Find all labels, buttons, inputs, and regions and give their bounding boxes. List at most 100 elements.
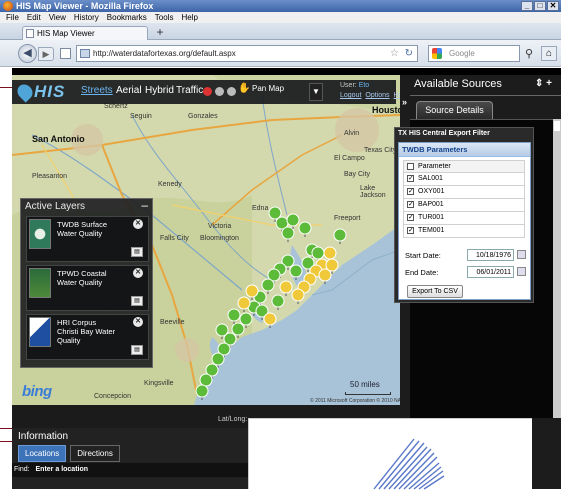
site-marker[interactable] xyxy=(211,352,225,366)
layer-options-icon[interactable]: ▤ xyxy=(131,296,143,306)
map-type-traffic[interactable]: Traffic xyxy=(176,85,203,96)
export-csv-button[interactable]: Export To CSV xyxy=(407,285,463,298)
end-date-field[interactable]: 06/01/2011 xyxy=(467,266,514,278)
twdb-logo-icon xyxy=(29,219,51,249)
panel-controls[interactable]: ⇕ + xyxy=(535,78,552,89)
calendar-icon[interactable] xyxy=(517,250,526,259)
site-marker[interactable] xyxy=(261,278,275,292)
pan-map-button[interactable]: ✋ Pan Map xyxy=(238,83,284,94)
search-input[interactable]: Google xyxy=(428,45,520,62)
layer-item[interactable]: HRI Corpus Christi Bay Water Quality ✕ ▤ xyxy=(26,314,149,360)
site-marker[interactable] xyxy=(286,213,300,227)
minimize-panel-icon[interactable]: – xyxy=(141,199,148,211)
reload-icon[interactable]: ↻ xyxy=(405,46,413,61)
options-link[interactable]: Options xyxy=(365,92,389,99)
site-marker[interactable] xyxy=(231,322,245,336)
site-marker[interactable] xyxy=(281,226,295,240)
site-marker[interactable] xyxy=(289,264,303,278)
google-icon xyxy=(432,48,442,59)
traffic-red-icon[interactable] xyxy=(203,87,212,96)
parameter-row[interactable]: ✓ BAP001 xyxy=(403,199,525,212)
page-info-icon[interactable] xyxy=(60,48,71,59)
site-marker[interactable] xyxy=(245,284,259,298)
parameter-checkbox[interactable]: ✓ xyxy=(407,201,414,208)
site-marker[interactable] xyxy=(271,294,285,308)
map-type-streets[interactable]: Streets xyxy=(81,85,113,96)
map-type-hybrid[interactable]: Hybrid xyxy=(145,85,174,96)
site-marker[interactable] xyxy=(311,246,325,260)
minimize-icon[interactable]: _ xyxy=(521,1,533,11)
tab-bar: HIS Map Viewer + xyxy=(0,23,561,40)
layer-options-icon[interactable]: ▤ xyxy=(131,247,143,257)
calendar-icon[interactable] xyxy=(517,267,526,276)
annotation-line xyxy=(0,87,12,88)
site-marker[interactable] xyxy=(195,384,209,398)
site-marker[interactable] xyxy=(237,296,251,310)
map-type-aerial[interactable]: Aerial xyxy=(116,85,142,96)
start-date-field[interactable]: 10/18/1976 xyxy=(467,249,514,261)
back-button[interactable]: ◀ xyxy=(18,44,37,63)
parameter-row[interactable]: ✓ TEM001 xyxy=(403,225,525,238)
menu-file[interactable]: File xyxy=(6,12,19,23)
select-all-checkbox[interactable] xyxy=(407,163,414,170)
tab-locations[interactable]: Locations xyxy=(18,445,67,462)
remove-layer-icon[interactable]: ✕ xyxy=(133,219,143,229)
collapse-panel-icon[interactable]: » xyxy=(402,97,407,107)
layer-options-icon[interactable]: ▤ xyxy=(131,345,143,355)
traffic-gray-icon[interactable] xyxy=(215,87,224,96)
parameter-header: Parameter xyxy=(418,163,451,170)
site-marker[interactable] xyxy=(199,373,213,387)
layer-item[interactable]: TPWD Coastal Water Quality ✕ ▤ xyxy=(26,265,149,311)
site-marker[interactable] xyxy=(325,258,339,272)
information-panel: Information Locations Directions Find: E… xyxy=(12,428,248,489)
menu-bar: File Edit View History Bookmarks Tools H… xyxy=(0,12,561,23)
site-marker[interactable] xyxy=(215,323,229,337)
tab-directions[interactable]: Directions xyxy=(70,445,120,462)
menu-edit[interactable]: Edit xyxy=(27,12,41,23)
map-dropdown-button[interactable]: ▼ xyxy=(309,83,323,101)
favicon-icon xyxy=(80,49,90,58)
remove-layer-icon[interactable]: ✕ xyxy=(133,268,143,278)
remove-layer-icon[interactable]: ✕ xyxy=(133,317,143,327)
find-location-input[interactable]: Enter a location xyxy=(36,463,89,477)
parameter-checkbox[interactable]: ✓ xyxy=(407,227,414,234)
forward-button[interactable]: ▶ xyxy=(38,47,54,61)
menu-history[interactable]: History xyxy=(74,12,99,23)
new-tab-button[interactable]: + xyxy=(153,26,167,39)
site-marker[interactable] xyxy=(263,312,277,326)
traffic-controls[interactable] xyxy=(203,87,236,96)
close-icon[interactable]: ✕ xyxy=(547,1,559,11)
site-marker[interactable] xyxy=(323,246,337,260)
site-marker[interactable] xyxy=(333,228,347,242)
browser-tab[interactable]: HIS Map Viewer xyxy=(22,26,148,40)
site-marker[interactable] xyxy=(227,308,241,322)
parameter-checkbox[interactable]: ✓ xyxy=(407,175,414,182)
parameter-row[interactable]: ✓ SAL001 xyxy=(403,173,525,186)
find-label: Find: xyxy=(14,466,30,473)
url-bar[interactable]: http://waterdatafortexas.org/default.asp… xyxy=(76,45,418,62)
navigation-bar: ◀ ▶ http://waterdatafortexas.org/default… xyxy=(0,40,561,67)
divider xyxy=(410,95,561,96)
logout-link[interactable]: Logout xyxy=(340,92,361,99)
search-icon[interactable]: ⚲ xyxy=(525,47,538,60)
traffic-gray-icon[interactable] xyxy=(227,87,236,96)
menu-view[interactable]: View xyxy=(49,12,66,23)
parameter-row[interactable]: ✓ TUR001 xyxy=(403,212,525,225)
parameter-row[interactable]: ✓ OXY001 xyxy=(403,186,525,199)
parameter-checkbox[interactable]: ✓ xyxy=(407,188,414,195)
menu-tools[interactable]: Tools xyxy=(155,12,174,23)
menu-bookmarks[interactable]: Bookmarks xyxy=(107,12,147,23)
maximize-icon[interactable]: □ xyxy=(534,1,546,11)
site-marker[interactable] xyxy=(239,312,253,326)
site-marker[interactable] xyxy=(298,221,312,235)
site-marker[interactable] xyxy=(279,280,293,294)
scrollbar-thumb[interactable] xyxy=(554,121,560,131)
layer-item[interactable]: TWDB Surface Water Quality ✕ ▤ xyxy=(26,216,149,262)
tab-source-details[interactable]: Source Details xyxy=(416,101,493,119)
menu-help[interactable]: Help xyxy=(181,12,197,23)
home-button[interactable]: ⌂ xyxy=(541,46,557,61)
site-marker[interactable] xyxy=(291,288,305,302)
right-panel-bottom xyxy=(532,418,561,489)
bookmark-star-icon[interactable]: ☆ xyxy=(390,46,399,61)
parameter-checkbox[interactable]: ✓ xyxy=(407,214,414,221)
